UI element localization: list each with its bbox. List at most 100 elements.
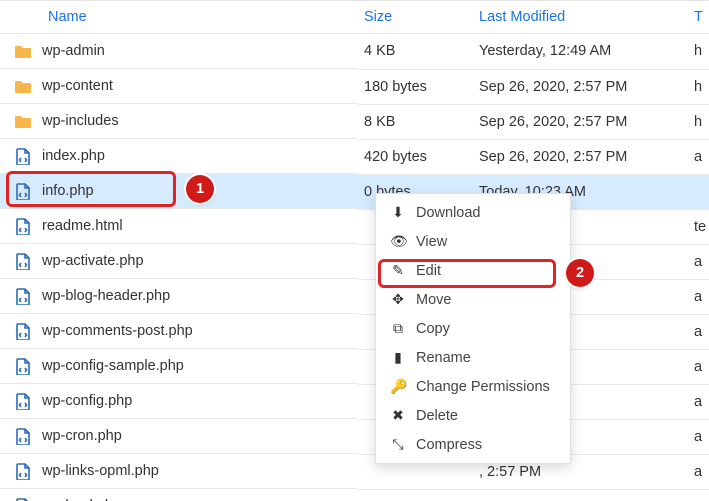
file-name: index.php <box>42 148 105 164</box>
file-name: wp-blog-header.php <box>42 288 170 304</box>
file-code-icon <box>14 287 32 305</box>
table-row[interactable]: wp-activate.php, 2:57 PMa <box>0 244 709 279</box>
file-type-col: a <box>688 384 709 419</box>
table-row[interactable]: wp-config-sample.php, 2:57 PMa <box>0 349 709 384</box>
file-modified: Sep 26, 2020, 2:57 PM <box>473 69 688 104</box>
annotation-step-2: 2 <box>566 259 594 287</box>
file-code-icon <box>14 357 32 375</box>
file-code-icon <box>14 217 32 235</box>
context-menu: ⬇ Download 👁 View ✎ Edit ✥ Move ⧉ Copy ▮ Rename 🔑 Cha… <box>375 193 571 464</box>
file-type-col: a <box>688 454 709 489</box>
file-name: info.php <box>42 183 94 199</box>
file-table: Name Size Last Modified T wp-admin 4 KBYe… <box>0 1 709 501</box>
file-type-col: a <box>688 419 709 454</box>
file-type-col: a <box>688 349 709 384</box>
menu-item-label: Delete <box>416 408 458 424</box>
file-type-col: a <box>688 489 709 501</box>
table-row[interactable]: wp-load.php3.25 KBSep 26, 2020, 2:57 PMa <box>0 489 709 501</box>
file-type-col: a <box>688 279 709 314</box>
menu-item-compress[interactable]: ⤡ Compress <box>376 430 570 459</box>
annotation-step-1: 1 <box>186 175 214 203</box>
file-name: readme.html <box>42 218 123 234</box>
move-icon: ✥ <box>390 291 406 308</box>
file-type-col: a <box>688 314 709 349</box>
menu-item-label: View <box>416 234 447 250</box>
file-type-col <box>688 174 709 209</box>
file-modified: Sep 26, 2020, 2:57 PM <box>473 139 688 174</box>
menu-item-download[interactable]: ⬇ Download <box>376 198 570 227</box>
table-row[interactable]: index.php420 bytesSep 26, 2020, 2:57 PMa <box>0 139 709 174</box>
file-code-icon <box>14 392 32 410</box>
file-code-icon <box>14 427 32 445</box>
delete-icon: ✖ <box>390 407 406 424</box>
file-name: wp-config-sample.php <box>42 358 184 374</box>
column-header-size[interactable]: Size <box>358 1 473 34</box>
file-code-icon <box>14 462 32 480</box>
menu-item-label: Move <box>416 292 451 308</box>
file-name: wp-cron.php <box>42 428 122 444</box>
compress-icon: ⤡ <box>390 436 406 453</box>
file-name: wp-content <box>42 78 113 94</box>
file-size: 180 bytes <box>358 69 473 104</box>
file-manager-window: Name Size Last Modified T wp-admin 4 KBYe… <box>0 0 709 501</box>
file-name: wp-links-opml.php <box>42 463 159 479</box>
menu-item-label: Change Permissions <box>416 379 550 395</box>
table-row[interactable]: wp-config.php, 3:04 PMa <box>0 384 709 419</box>
table-row[interactable]: wp-content 180 bytesSep 26, 2020, 2:57 PM… <box>0 69 709 104</box>
file-name: wp-admin <box>42 43 105 59</box>
menu-item-label: Copy <box>416 321 450 337</box>
menu-item-rename[interactable]: ▮ Rename <box>376 343 570 372</box>
file-type-col: h <box>688 69 709 104</box>
column-header-name[interactable]: Name <box>0 1 358 34</box>
rename-icon: ▮ <box>390 349 406 366</box>
file-type-col: a <box>688 139 709 174</box>
menu-item-view[interactable]: 👁 View <box>376 227 570 256</box>
file-size: 4 KB <box>358 34 473 70</box>
column-header-type[interactable]: T <box>688 1 709 34</box>
menu-item-label: Rename <box>416 350 471 366</box>
folder-icon <box>14 42 32 60</box>
file-code-icon <box>14 497 32 501</box>
menu-item-copy[interactable]: ⧉ Copy <box>376 314 570 343</box>
file-name: wp-includes <box>42 113 119 129</box>
file-size: 8 KB <box>358 104 473 139</box>
edit-icon: ✎ <box>390 262 406 279</box>
download-icon: ⬇ <box>390 204 406 221</box>
file-size: 3.25 KB <box>358 489 473 501</box>
view-icon: 👁 <box>390 233 406 250</box>
file-modified: Sep 26, 2020, 2:57 PM <box>473 489 688 501</box>
menu-item-label: Download <box>416 205 481 221</box>
menu-item-label: Edit <box>416 263 441 279</box>
table-row[interactable]: wp-blog-header.php, 2:57 PMa <box>0 279 709 314</box>
copy-icon: ⧉ <box>390 320 406 337</box>
file-type-col: h <box>688 104 709 139</box>
table-row[interactable]: wp-comments-post.php, 2:57 PMa <box>0 314 709 349</box>
file-code-icon <box>14 252 32 270</box>
file-type-col: te <box>688 209 709 244</box>
table-row[interactable]: info.php0 bytesToday, 10:23 AM <box>0 174 709 209</box>
folder-icon <box>14 112 32 130</box>
file-name: wp-activate.php <box>42 253 144 269</box>
file-name: wp-comments-post.php <box>42 323 193 339</box>
table-row[interactable]: wp-includes 8 KBSep 26, 2020, 2:57 PMh <box>0 104 709 139</box>
menu-item-change-permissions[interactable]: 🔑 Change Permissions <box>376 372 570 401</box>
file-modified: Sep 26, 2020, 2:57 PM <box>473 104 688 139</box>
table-row[interactable]: readme.html, 2:57 PMte <box>0 209 709 244</box>
menu-item-move[interactable]: ✥ Move <box>376 285 570 314</box>
file-code-icon <box>14 147 32 165</box>
table-row[interactable]: wp-admin 4 KBYesterday, 12:49 AMh <box>0 34 709 70</box>
column-header-modified[interactable]: Last Modified <box>473 1 688 34</box>
file-code-icon <box>14 322 32 340</box>
table-row[interactable]: wp-cron.php, 2:57 PMa <box>0 419 709 454</box>
permissions-icon: 🔑 <box>390 378 406 395</box>
table-row[interactable]: wp-links-opml.php, 2:57 PMa <box>0 454 709 489</box>
menu-item-delete[interactable]: ✖ Delete <box>376 401 570 430</box>
file-code-icon <box>14 182 32 200</box>
file-name: wp-config.php <box>42 393 132 409</box>
folder-icon <box>14 77 32 95</box>
file-type-col: a <box>688 244 709 279</box>
menu-item-label: Compress <box>416 437 482 453</box>
menu-item-edit[interactable]: ✎ Edit <box>376 256 570 285</box>
file-modified: Yesterday, 12:49 AM <box>473 34 688 70</box>
file-type-col: h <box>688 34 709 70</box>
